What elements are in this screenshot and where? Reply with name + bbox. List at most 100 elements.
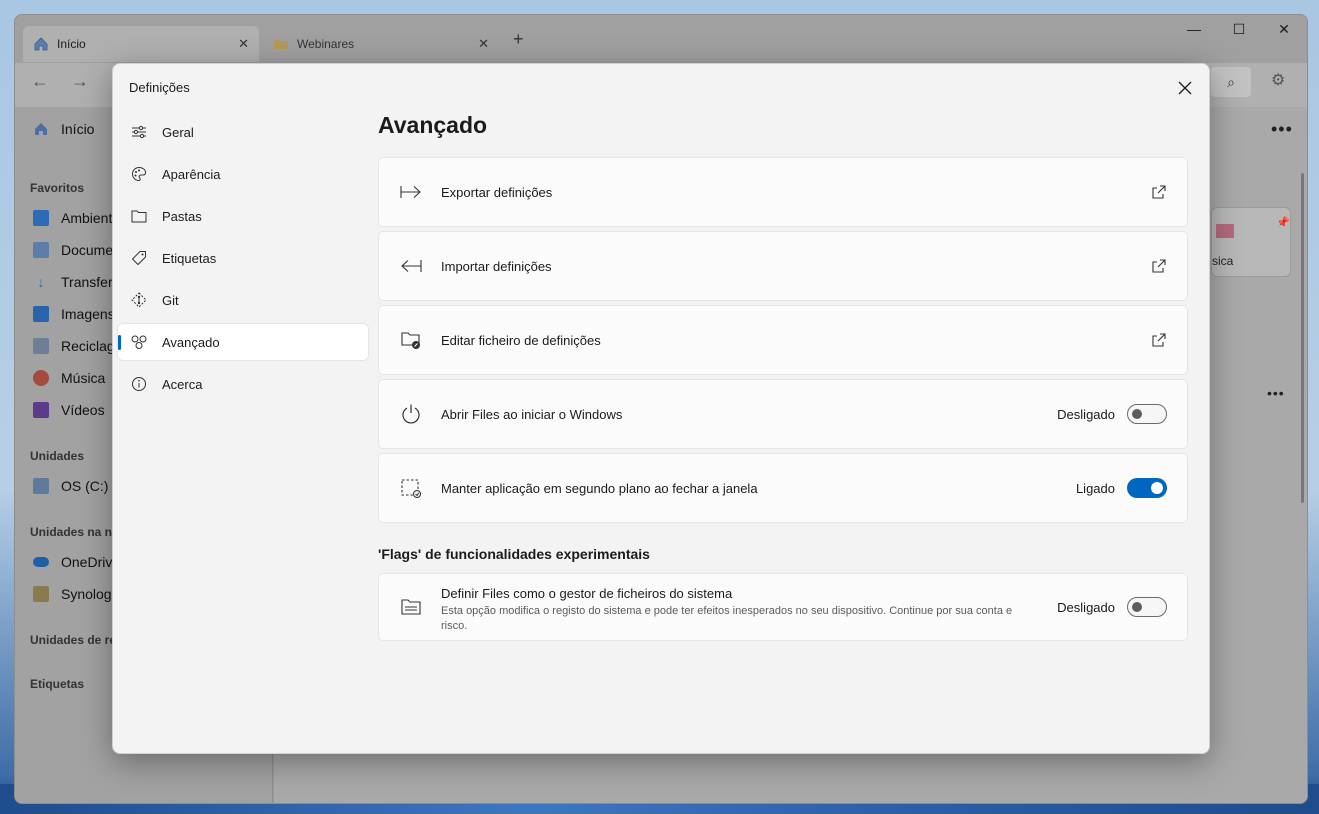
sidebar-item-onedrive[interactable]: OneDriv bbox=[33, 554, 112, 570]
documents-icon bbox=[33, 242, 49, 258]
scrollbar[interactable] bbox=[1301, 173, 1304, 503]
sidebar-section-favoritos: Favoritos bbox=[30, 181, 85, 195]
folder-icon bbox=[130, 207, 148, 225]
nav-item-aparencia[interactable]: Aparência bbox=[118, 156, 368, 192]
tab-inicio[interactable]: Início ✕ bbox=[23, 26, 259, 62]
sidebar-item-ambiente[interactable]: Ambient bbox=[33, 210, 112, 226]
tab-title: Webinares bbox=[297, 37, 355, 51]
sidebar-item-label: Início bbox=[61, 121, 95, 137]
gear-icon[interactable]: ⚙ bbox=[1271, 70, 1285, 90]
default-file-manager-toggle[interactable] bbox=[1127, 597, 1167, 617]
close-icon bbox=[1178, 81, 1192, 95]
nav-item-geral[interactable]: Geral bbox=[118, 114, 368, 150]
folder-icon bbox=[274, 40, 288, 49]
onedrive-icon bbox=[33, 557, 49, 567]
nav-item-git[interactable]: Git bbox=[118, 282, 368, 318]
more-options-icon[interactable]: ••• bbox=[1271, 119, 1293, 140]
sidebar-item-label: Música bbox=[61, 370, 106, 386]
toggle-knob bbox=[1132, 409, 1142, 419]
nav-item-label: Aparência bbox=[162, 166, 221, 182]
pin-icon[interactable]: 📌 bbox=[1276, 216, 1290, 229]
nav-item-pastas[interactable]: Pastas bbox=[118, 198, 368, 234]
card-label: sica bbox=[1212, 254, 1234, 268]
dialog-title: Definições bbox=[129, 80, 190, 95]
tab-webinares[interactable]: Webinares ✕ bbox=[263, 26, 499, 62]
sidebar-item-transferencias[interactable]: ↓ Transfer bbox=[33, 274, 113, 290]
drive-icon bbox=[33, 478, 49, 494]
download-icon: ↓ bbox=[37, 274, 45, 290]
music-folder-icon bbox=[1216, 224, 1234, 238]
minimize-button[interactable]: — bbox=[1179, 21, 1209, 37]
more-options-icon[interactable]: ••• bbox=[1267, 385, 1285, 401]
sidebar-item-label: OS (C:) bbox=[61, 478, 109, 494]
nav-item-label: Geral bbox=[162, 124, 194, 140]
sidebar-item-label: Reciclag bbox=[61, 338, 115, 354]
close-icon[interactable]: ✕ bbox=[478, 36, 489, 52]
toggle-state-label: Desligado bbox=[1057, 599, 1115, 615]
sidebar-item-label: Ambient bbox=[61, 210, 113, 226]
page-title: Avançado bbox=[378, 112, 488, 138]
sidebar-item-videos[interactable]: Vídeos bbox=[33, 402, 105, 418]
synology-icon bbox=[33, 586, 49, 602]
sidebar-item-label: Imagens bbox=[61, 306, 115, 322]
forward-arrow-icon[interactable]: → bbox=[71, 71, 89, 92]
music-card[interactable]: 📌 sica bbox=[1211, 207, 1291, 277]
close-window-button[interactable]: ✕ bbox=[1269, 21, 1299, 38]
row-description: Esta opção modifica o registo do sistema… bbox=[441, 605, 1013, 632]
row-label: Abrir Files ao iniciar o Windows bbox=[441, 406, 623, 422]
run-in-background-toggle[interactable] bbox=[1127, 478, 1167, 498]
sidebar-item-imagens[interactable]: Imagens bbox=[33, 306, 115, 322]
nav-item-acerca[interactable]: Acerca bbox=[118, 366, 368, 402]
tab-title: Início bbox=[57, 37, 86, 51]
sidebar-item-reciclagem[interactable]: Reciclag bbox=[33, 338, 115, 354]
settings-dialog: Definições Geral Aparência Pastas Etique… bbox=[112, 63, 1210, 754]
toggle-state-label: Desligado bbox=[1057, 406, 1115, 422]
open-external-icon[interactable] bbox=[1151, 258, 1167, 274]
sidebar-item-label: Synolog bbox=[61, 586, 112, 602]
nav-item-avancado[interactable]: Avançado bbox=[118, 324, 368, 360]
sidebar-section-etiquetas: Etiquetas bbox=[30, 677, 85, 691]
git-icon bbox=[130, 291, 148, 309]
sidebar-item-label: Vídeos bbox=[61, 402, 105, 418]
power-icon bbox=[399, 402, 423, 426]
nav-item-etiquetas[interactable]: Etiquetas bbox=[118, 240, 368, 276]
toggle-state-label: Ligado bbox=[1075, 480, 1115, 496]
open-external-icon[interactable] bbox=[1151, 332, 1167, 348]
experimental-flags-heading: 'Flags' de funcionalidades experimentais bbox=[378, 546, 650, 562]
maximize-button[interactable]: ☐ bbox=[1224, 21, 1254, 38]
sidebar-section-unidades: Unidades bbox=[30, 449, 85, 463]
tab-bar: Início ✕ Webinares ✕ + — ☐ ✕ bbox=[15, 15, 1307, 63]
home-icon bbox=[34, 37, 48, 51]
sidebar-item-inicio[interactable]: Início bbox=[33, 121, 94, 137]
nav-item-label: Etiquetas bbox=[162, 250, 217, 266]
row-label: Definir Files como o gestor de ficheiros… bbox=[441, 586, 733, 601]
tag-icon bbox=[130, 249, 148, 267]
row-label: Manter aplicação em segundo plano ao fec… bbox=[441, 480, 758, 496]
search-button[interactable]: ⌕ bbox=[1211, 67, 1251, 97]
import-settings-row[interactable]: Importar definições bbox=[378, 231, 1188, 301]
new-tab-button[interactable]: + bbox=[513, 29, 524, 50]
export-settings-row[interactable]: Exportar definições bbox=[378, 157, 1188, 227]
palette-icon bbox=[130, 165, 148, 183]
row-label: Importar definições bbox=[441, 258, 552, 274]
close-icon[interactable]: ✕ bbox=[238, 36, 249, 52]
open-on-startup-toggle[interactable] bbox=[1127, 404, 1167, 424]
row-label: Exportar definições bbox=[441, 184, 553, 200]
desktop-icon bbox=[33, 210, 49, 226]
sidebar-item-synology[interactable]: Synolog bbox=[33, 586, 112, 602]
nav-item-label: Pastas bbox=[162, 208, 202, 224]
open-on-startup-row: Abrir Files ao iniciar o Windows Desliga… bbox=[378, 379, 1188, 449]
run-in-background-row: Manter aplicação em segundo plano ao fec… bbox=[378, 453, 1188, 523]
sidebar-item-documentos[interactable]: Docume bbox=[33, 242, 113, 258]
recycle-bin-icon bbox=[33, 338, 49, 354]
toggle-knob bbox=[1132, 602, 1142, 612]
sidebar-item-musica[interactable]: Música bbox=[33, 370, 105, 386]
back-arrow-icon[interactable]: ← bbox=[31, 71, 49, 92]
edit-settings-file-row[interactable]: Editar ficheiro de definições bbox=[378, 305, 1188, 375]
nav-item-label: Avançado bbox=[162, 334, 220, 350]
close-dialog-button[interactable] bbox=[1171, 74, 1199, 102]
sidebar-item-os-c[interactable]: OS (C:) bbox=[33, 478, 108, 494]
open-external-icon[interactable] bbox=[1151, 184, 1167, 200]
file-manager-icon bbox=[399, 595, 423, 619]
search-icon: ⌕ bbox=[1227, 74, 1235, 90]
